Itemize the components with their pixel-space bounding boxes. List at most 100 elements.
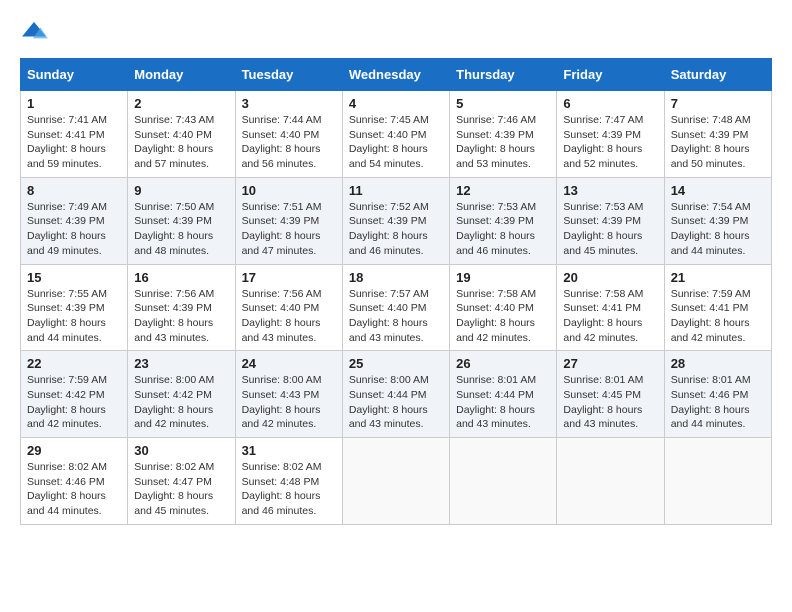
day-info: Sunrise: 7:59 AMSunset: 4:41 PMDaylight:… <box>671 287 765 346</box>
day-info: Sunrise: 7:56 AMSunset: 4:39 PMDaylight:… <box>134 287 228 346</box>
calendar-cell: 25 Sunrise: 8:00 AMSunset: 4:44 PMDayligh… <box>342 351 449 438</box>
day-info: Sunrise: 7:59 AMSunset: 4:42 PMDaylight:… <box>27 373 121 432</box>
calendar-cell: 28 Sunrise: 8:01 AMSunset: 4:46 PMDayligh… <box>664 351 771 438</box>
day-number: 15 <box>27 270 121 285</box>
day-number: 25 <box>349 356 443 371</box>
day-number: 21 <box>671 270 765 285</box>
calendar-cell: 2 Sunrise: 7:43 AMSunset: 4:40 PMDaylight… <box>128 91 235 178</box>
day-info: Sunrise: 7:43 AMSunset: 4:40 PMDaylight:… <box>134 113 228 172</box>
day-number: 8 <box>27 183 121 198</box>
day-info: Sunrise: 7:46 AMSunset: 4:39 PMDaylight:… <box>456 113 550 172</box>
calendar-cell <box>450 438 557 525</box>
weekday-thursday: Thursday <box>450 59 557 91</box>
day-number: 30 <box>134 443 228 458</box>
day-info: Sunrise: 7:58 AMSunset: 4:40 PMDaylight:… <box>456 287 550 346</box>
day-info: Sunrise: 7:47 AMSunset: 4:39 PMDaylight:… <box>563 113 657 172</box>
calendar-cell: 17Sunrise: 7:56 AMSunset: 4:40 PMDayligh… <box>235 264 342 351</box>
day-info: Sunrise: 8:00 AMSunset: 4:42 PMDaylight:… <box>134 373 228 432</box>
calendar-cell: 3 Sunrise: 7:44 AMSunset: 4:40 PMDaylight… <box>235 91 342 178</box>
calendar-cell: 23Sunrise: 8:00 AMSunset: 4:42 PMDayligh… <box>128 351 235 438</box>
day-number: 22 <box>27 356 121 371</box>
week-row-1: 1 Sunrise: 7:41 AMSunset: 4:41 PMDaylight… <box>21 91 772 178</box>
calendar-cell: 20 Sunrise: 7:58 AMSunset: 4:41 PMDayligh… <box>557 264 664 351</box>
day-info: Sunrise: 8:01 AMSunset: 4:45 PMDaylight:… <box>563 373 657 432</box>
day-number: 7 <box>671 96 765 111</box>
day-number: 29 <box>27 443 121 458</box>
weekday-saturday: Saturday <box>664 59 771 91</box>
calendar-cell: 22 Sunrise: 7:59 AMSunset: 4:42 PMDayligh… <box>21 351 128 438</box>
day-number: 26 <box>456 356 550 371</box>
calendar-cell <box>664 438 771 525</box>
day-number: 11 <box>349 183 443 198</box>
calendar-cell <box>342 438 449 525</box>
calendar-cell: 11 Sunrise: 7:52 AMSunset: 4:39 PMDayligh… <box>342 177 449 264</box>
day-number: 3 <box>242 96 336 111</box>
calendar-cell: 1 Sunrise: 7:41 AMSunset: 4:41 PMDaylight… <box>21 91 128 178</box>
calendar-cell: 24Sunrise: 8:00 AMSunset: 4:43 PMDayligh… <box>235 351 342 438</box>
day-info: Sunrise: 7:51 AMSunset: 4:39 PMDaylight:… <box>242 200 336 259</box>
day-info: Sunrise: 7:52 AMSunset: 4:39 PMDaylight:… <box>349 200 443 259</box>
calendar-cell: 8 Sunrise: 7:49 AMSunset: 4:39 PMDaylight… <box>21 177 128 264</box>
day-info: Sunrise: 7:41 AMSunset: 4:41 PMDaylight:… <box>27 113 121 172</box>
calendar-cell: 12Sunrise: 7:53 AMSunset: 4:39 PMDayligh… <box>450 177 557 264</box>
day-number: 14 <box>671 183 765 198</box>
weekday-sunday: Sunday <box>21 59 128 91</box>
calendar-cell: 14 Sunrise: 7:54 AMSunset: 4:39 PMDayligh… <box>664 177 771 264</box>
day-info: Sunrise: 8:01 AMSunset: 4:44 PMDaylight:… <box>456 373 550 432</box>
weekday-monday: Monday <box>128 59 235 91</box>
day-number: 19 <box>456 270 550 285</box>
calendar-cell: 29 Sunrise: 8:02 AMSunset: 4:46 PMDayligh… <box>21 438 128 525</box>
weekday-friday: Friday <box>557 59 664 91</box>
calendar-cell: 16 Sunrise: 7:56 AMSunset: 4:39 PMDayligh… <box>128 264 235 351</box>
calendar-cell: 19 Sunrise: 7:58 AMSunset: 4:40 PMDayligh… <box>450 264 557 351</box>
calendar-cell: 15Sunrise: 7:55 AMSunset: 4:39 PMDayligh… <box>21 264 128 351</box>
day-number: 18 <box>349 270 443 285</box>
day-number: 1 <box>27 96 121 111</box>
day-info: Sunrise: 7:56 AMSunset: 4:40 PMDaylight:… <box>242 287 336 346</box>
calendar-cell <box>557 438 664 525</box>
day-info: Sunrise: 7:50 AMSunset: 4:39 PMDaylight:… <box>134 200 228 259</box>
day-number: 16 <box>134 270 228 285</box>
weekday-tuesday: Tuesday <box>235 59 342 91</box>
day-info: Sunrise: 7:57 AMSunset: 4:40 PMDaylight:… <box>349 287 443 346</box>
day-info: Sunrise: 8:01 AMSunset: 4:46 PMDaylight:… <box>671 373 765 432</box>
day-number: 10 <box>242 183 336 198</box>
day-info: Sunrise: 7:58 AMSunset: 4:41 PMDaylight:… <box>563 287 657 346</box>
week-row-5: 29 Sunrise: 8:02 AMSunset: 4:46 PMDayligh… <box>21 438 772 525</box>
weekday-wednesday: Wednesday <box>342 59 449 91</box>
day-number: 2 <box>134 96 228 111</box>
day-number: 4 <box>349 96 443 111</box>
day-info: Sunrise: 8:00 AMSunset: 4:44 PMDaylight:… <box>349 373 443 432</box>
day-number: 6 <box>563 96 657 111</box>
day-info: Sunrise: 7:53 AMSunset: 4:39 PMDaylight:… <box>563 200 657 259</box>
calendar-cell: 21 Sunrise: 7:59 AMSunset: 4:41 PMDayligh… <box>664 264 771 351</box>
calendar-cell: 26 Sunrise: 8:01 AMSunset: 4:44 PMDayligh… <box>450 351 557 438</box>
calendar-cell: 6 Sunrise: 7:47 AMSunset: 4:39 PMDaylight… <box>557 91 664 178</box>
calendar-cell: 4 Sunrise: 7:45 AMSunset: 4:40 PMDaylight… <box>342 91 449 178</box>
day-info: Sunrise: 8:00 AMSunset: 4:43 PMDaylight:… <box>242 373 336 432</box>
day-info: Sunrise: 7:54 AMSunset: 4:39 PMDaylight:… <box>671 200 765 259</box>
day-number: 13 <box>563 183 657 198</box>
calendar-cell: 10 Sunrise: 7:51 AMSunset: 4:39 PMDayligh… <box>235 177 342 264</box>
week-row-2: 8 Sunrise: 7:49 AMSunset: 4:39 PMDaylight… <box>21 177 772 264</box>
day-number: 31 <box>242 443 336 458</box>
day-info: Sunrise: 8:02 AMSunset: 4:48 PMDaylight:… <box>242 460 336 519</box>
day-info: Sunrise: 7:49 AMSunset: 4:39 PMDaylight:… <box>27 200 121 259</box>
logo-icon <box>20 20 48 42</box>
day-number: 27 <box>563 356 657 371</box>
day-number: 9 <box>134 183 228 198</box>
calendar-cell: 30 Sunrise: 8:02 AMSunset: 4:47 PMDayligh… <box>128 438 235 525</box>
day-info: Sunrise: 8:02 AMSunset: 4:46 PMDaylight:… <box>27 460 121 519</box>
day-number: 28 <box>671 356 765 371</box>
day-number: 20 <box>563 270 657 285</box>
day-info: Sunrise: 7:45 AMSunset: 4:40 PMDaylight:… <box>349 113 443 172</box>
day-number: 12 <box>456 183 550 198</box>
calendar-cell: 7Sunrise: 7:48 AMSunset: 4:39 PMDaylight… <box>664 91 771 178</box>
day-info: Sunrise: 8:02 AMSunset: 4:47 PMDaylight:… <box>134 460 228 519</box>
header <box>20 20 772 42</box>
logo <box>20 20 52 42</box>
day-number: 5 <box>456 96 550 111</box>
weekday-header-row: SundayMondayTuesdayWednesdayThursdayFrid… <box>21 59 772 91</box>
day-info: Sunrise: 7:44 AMSunset: 4:40 PMDaylight:… <box>242 113 336 172</box>
calendar-table: SundayMondayTuesdayWednesdayThursdayFrid… <box>20 58 772 525</box>
